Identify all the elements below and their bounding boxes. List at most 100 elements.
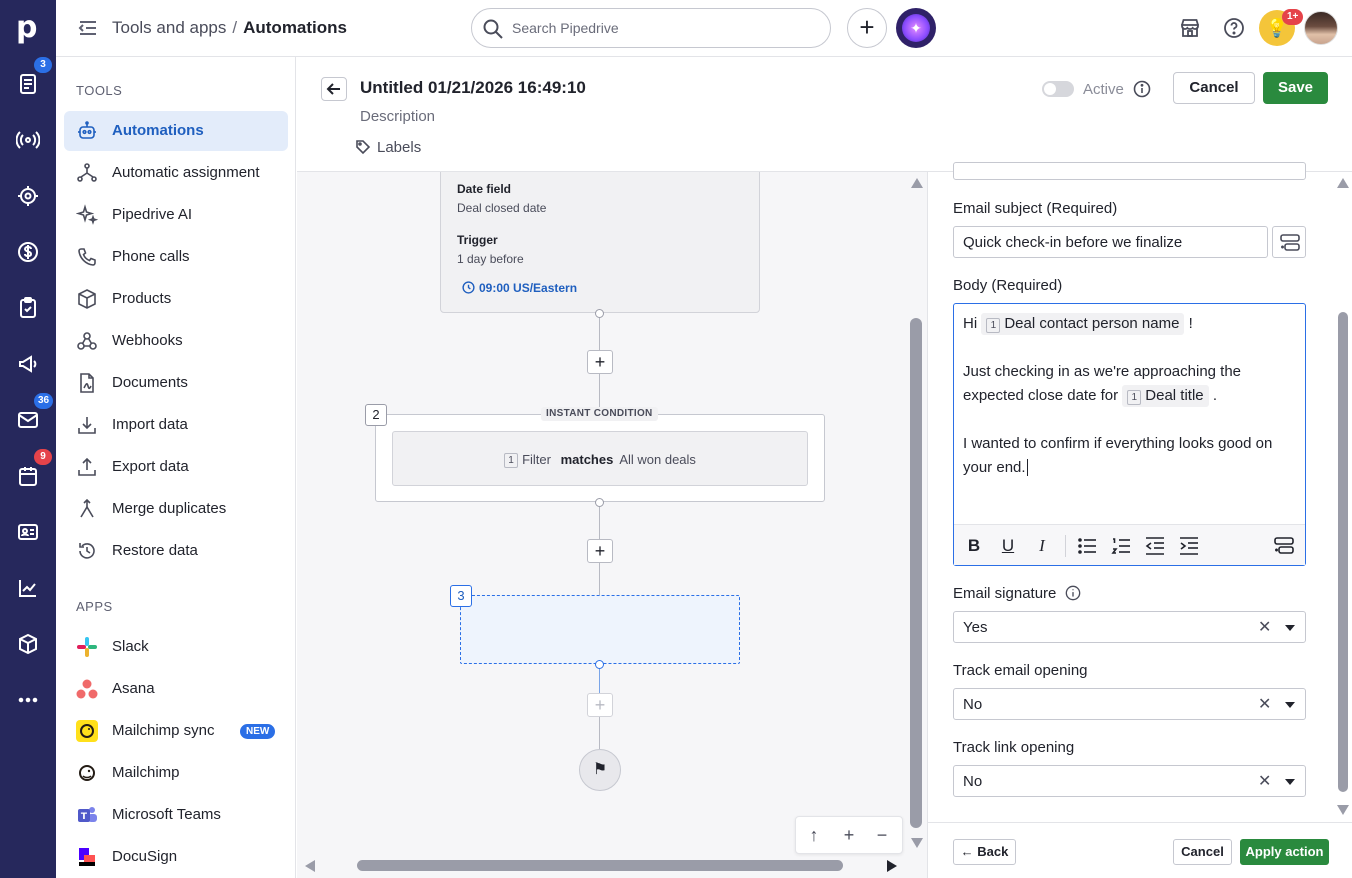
save-button[interactable]: Save xyxy=(1263,72,1328,104)
email-signature-select[interactable]: Yes ✕ xyxy=(953,611,1306,643)
labels-button[interactable]: Labels xyxy=(355,139,421,156)
placeholder-chip[interactable]: 1 Deal title xyxy=(1122,385,1209,407)
target-icon[interactable] xyxy=(16,184,40,208)
sidebar-item-pipedrive-ai[interactable]: Pipedrive AI xyxy=(64,195,288,235)
body-content[interactable]: Hi 1 Deal contact person name ! Just chec… xyxy=(963,312,1297,480)
scroll-left-arrow[interactable] xyxy=(305,860,315,872)
insert-field-icon[interactable] xyxy=(1273,535,1295,557)
active-toggle[interactable] xyxy=(1042,81,1074,97)
cancel-button[interactable]: Cancel xyxy=(1173,72,1255,104)
clock-icon xyxy=(462,281,475,294)
calendar-icon[interactable] xyxy=(16,464,40,488)
italic-icon[interactable]: I xyxy=(1031,535,1053,557)
sidebar-item-slack[interactable]: Slack xyxy=(64,627,288,667)
clear-x-icon[interactable]: ✕ xyxy=(1258,617,1271,637)
underline-icon[interactable]: U xyxy=(997,535,1019,557)
canvas-horizontal-scrollbar[interactable] xyxy=(305,858,905,872)
sidebar-item-export-data[interactable]: Export data xyxy=(64,447,288,487)
condition-node[interactable]: 1 Filter matches All won deals xyxy=(375,414,825,502)
scrollbar-thumb[interactable] xyxy=(1338,312,1348,792)
scroll-down-arrow[interactable] xyxy=(911,838,923,848)
indent-icon[interactable] xyxy=(1178,535,1200,557)
numbered-list-icon[interactable] xyxy=(1110,535,1132,557)
body-rich-text-editor[interactable]: Hi 1 Deal contact person name ! Just chec… xyxy=(953,303,1306,566)
tasks-clipboard-icon[interactable] xyxy=(16,296,40,320)
apply-action-button[interactable]: Apply action xyxy=(1240,839,1329,865)
marketplace-store-icon[interactable] xyxy=(1178,16,1202,40)
info-icon[interactable] xyxy=(1133,80,1151,98)
scrollbar-thumb[interactable] xyxy=(910,318,922,828)
sidebar-item-phone-calls[interactable]: Phone calls xyxy=(64,237,288,277)
caret-down-icon[interactable] xyxy=(1285,625,1295,631)
help-question-icon[interactable] xyxy=(1222,16,1246,40)
insert-field-button[interactable] xyxy=(1272,226,1306,258)
menu-collapse-icon[interactable] xyxy=(78,18,98,38)
add-step-button-disabled[interactable]: + xyxy=(587,693,613,717)
more-dots-icon[interactable] xyxy=(16,688,40,712)
deals-dollar-icon[interactable] xyxy=(16,240,40,264)
scroll-up-icon[interactable]: ↑ xyxy=(804,825,824,846)
search-input[interactable] xyxy=(512,17,812,39)
sidebar-item-automatic-assignment[interactable]: Automatic assignment xyxy=(64,153,288,193)
scroll-up-arrow[interactable] xyxy=(911,178,923,188)
track-email-opening-select[interactable]: No ✕ xyxy=(953,688,1306,720)
products-box-icon[interactable] xyxy=(16,632,40,656)
ai-assistant-button[interactable]: ✦ xyxy=(896,8,936,48)
sidebar-item-mailchimp[interactable]: Mailchimp xyxy=(64,753,288,793)
panel-footer: ← Back Cancel Apply action xyxy=(928,822,1352,878)
search-box[interactable] xyxy=(471,8,831,48)
breadcrumb-parent[interactable]: Tools and apps xyxy=(112,18,226,37)
clear-x-icon[interactable]: ✕ xyxy=(1258,771,1271,791)
zoom-in-icon[interactable]: + xyxy=(839,825,859,846)
mail-icon[interactable] xyxy=(16,408,40,432)
quick-add-button[interactable]: + xyxy=(847,8,887,48)
scroll-down-arrow[interactable] xyxy=(1337,805,1349,815)
trigger-node[interactable]: Date field Deal closed date Trigger 1 da… xyxy=(440,172,760,313)
bullet-list-icon[interactable] xyxy=(1076,535,1098,557)
email-subject-input[interactable]: Quick check-in before we finalize xyxy=(953,226,1268,258)
panel-cancel-button[interactable]: Cancel xyxy=(1173,839,1232,865)
contacts-card-icon[interactable] xyxy=(16,520,40,544)
user-avatar[interactable] xyxy=(1304,11,1338,45)
automation-canvas[interactable]: Date field Deal closed date Trigger 1 da… xyxy=(297,172,927,878)
scroll-right-arrow[interactable] xyxy=(887,860,897,872)
sidebar-item-docusign[interactable]: DocuSign xyxy=(64,837,288,877)
action-node-placeholder[interactable] xyxy=(460,595,740,664)
broadcast-icon[interactable] xyxy=(15,128,41,152)
add-step-button[interactable]: + xyxy=(587,539,613,563)
previous-field-input[interactable] xyxy=(953,162,1306,180)
back-button[interactable]: ← Back xyxy=(953,839,1016,865)
sidebar-item-documents[interactable]: Documents xyxy=(64,363,288,403)
add-step-button[interactable]: + xyxy=(587,350,613,374)
scrollbar-thumb[interactable] xyxy=(357,860,843,871)
pipedrive-logo[interactable]: p xyxy=(16,12,40,44)
canvas-vertical-scrollbar[interactable] xyxy=(910,178,923,848)
placeholder-chip[interactable]: 1 Deal contact person name xyxy=(981,313,1185,335)
back-arrow-button[interactable] xyxy=(321,77,347,101)
bold-icon[interactable]: B xyxy=(963,535,985,557)
automation-title[interactable]: Untitled 01/21/2026 16:49:10 xyxy=(360,78,586,98)
sidebar-item-webhooks[interactable]: Webhooks xyxy=(64,321,288,361)
zoom-out-icon[interactable]: − xyxy=(872,825,892,846)
sidebar-item-merge-duplicates[interactable]: Merge duplicates xyxy=(64,489,288,529)
sidebar-item-restore-data[interactable]: Restore data xyxy=(64,531,288,571)
leads-icon[interactable] xyxy=(16,72,40,96)
scroll-up-arrow[interactable] xyxy=(1337,178,1349,188)
info-icon[interactable] xyxy=(1065,585,1081,601)
sidebar-item-products[interactable]: Products xyxy=(64,279,288,319)
caret-down-icon[interactable] xyxy=(1285,702,1295,708)
clear-x-icon[interactable]: ✕ xyxy=(1258,694,1271,714)
track-link-opening-select[interactable]: No ✕ xyxy=(953,765,1306,797)
sidebar-item-microsoft-teams[interactable]: T Microsoft Teams xyxy=(64,795,288,835)
outdent-icon[interactable] xyxy=(1144,535,1166,557)
panel-vertical-scrollbar[interactable] xyxy=(1336,172,1350,822)
description-field[interactable]: Description xyxy=(360,108,435,125)
sidebar-item-asana[interactable]: Asana xyxy=(64,669,288,709)
insights-chart-icon[interactable] xyxy=(16,576,40,600)
sidebar-item-automations[interactable]: Automations xyxy=(64,111,288,151)
condition-filter-box[interactable]: 1 Filter matches All won deals xyxy=(392,431,808,486)
sidebar-item-mailchimp-sync[interactable]: Mailchimp sync NEW xyxy=(64,711,288,751)
campaigns-megaphone-icon[interactable] xyxy=(16,352,40,376)
caret-down-icon[interactable] xyxy=(1285,779,1295,785)
sidebar-item-import-data[interactable]: Import data xyxy=(64,405,288,445)
